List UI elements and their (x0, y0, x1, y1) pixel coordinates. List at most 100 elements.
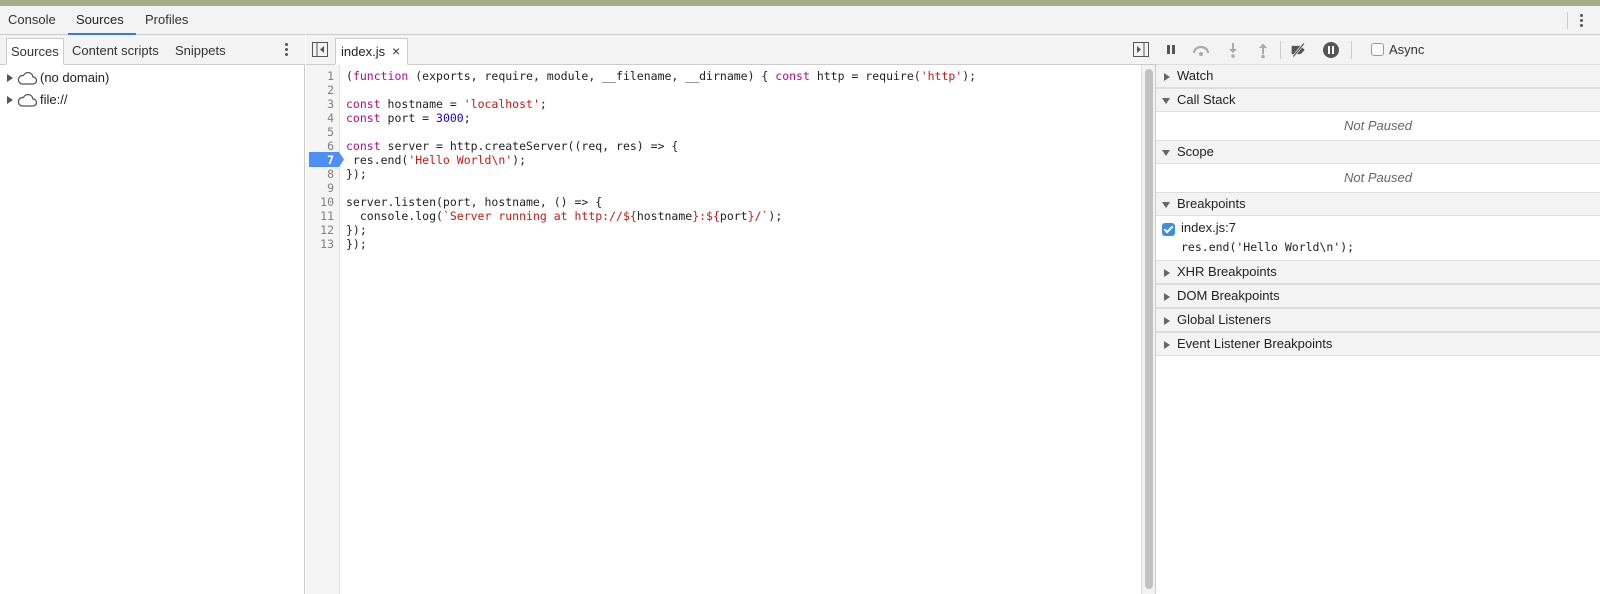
pane-watch[interactable]: Watch (1156, 64, 1600, 88)
toggle-navigator-icon[interactable] (312, 42, 328, 57)
file-tab-index-js[interactable]: index.js × (335, 38, 408, 65)
line-number[interactable]: 2 (304, 83, 334, 97)
tab-sources[interactable]: Sources (68, 6, 136, 35)
tab-snippets[interactable]: Snippets (171, 38, 230, 65)
code-token: server = http.createServer((req, res) =>… (380, 139, 679, 153)
breakpoint-entry[interactable]: index.js:7 res.end('Hello World\n'); (1156, 216, 1600, 260)
pause-on-exceptions-icon[interactable] (1322, 41, 1340, 59)
expanded-arrow-icon (1162, 202, 1170, 208)
code-line: const port = 3000; (346, 111, 471, 125)
tab-navigator-sources[interactable]: Sources (6, 38, 64, 65)
code-token: }); (346, 167, 367, 181)
code-token: }); (346, 223, 367, 237)
pane-breakpoints[interactable]: Breakpoints (1156, 192, 1600, 216)
cloud-icon (17, 93, 37, 107)
pane-xhr-breakpoints[interactable]: XHR Breakpoints (1156, 260, 1600, 284)
code-token: 'Hello World\n' (408, 153, 513, 167)
line-number[interactable]: 8 (304, 167, 334, 181)
deactivate-breakpoints-icon[interactable] (1290, 41, 1308, 59)
tree-item-file[interactable]: file:// (0, 89, 300, 111)
code-line: console.log(`Server running at http://${… (346, 209, 782, 223)
code-token: }/` (747, 209, 769, 223)
pane-global-listeners[interactable]: Global Listeners (1156, 308, 1600, 332)
async-label: Async (1389, 42, 1425, 57)
close-icon[interactable]: × (392, 39, 400, 64)
line-number[interactable]: 10 (304, 195, 334, 209)
breakpoint-checkbox[interactable] (1162, 223, 1175, 236)
code-token: }); (346, 237, 367, 251)
pane-event-listener-breakpoints[interactable]: Event Listener Breakpoints (1156, 332, 1600, 356)
line-number[interactable]: 7 (304, 153, 334, 167)
code-token: hostname = (380, 97, 464, 111)
code-token: function (352, 69, 409, 83)
more-options-icon[interactable] (1580, 14, 1584, 29)
expand-arrow-icon[interactable] (7, 96, 13, 104)
code-token: `Server running at http://${ (442, 209, 637, 223)
code-line: server.listen(port, hostname, () => { (346, 195, 602, 209)
code-token: ); (512, 153, 527, 167)
pane-title: XHR Breakpoints (1177, 264, 1277, 279)
scope-status: Not Paused (1344, 170, 1412, 185)
code-token: 3000 (436, 111, 464, 125)
code-line: const server = http.createServer((req, r… (346, 139, 678, 153)
pane-call-stack[interactable]: Call Stack (1156, 88, 1600, 112)
collapsed-arrow-icon (1164, 341, 1170, 349)
pause-icon[interactable] (1162, 41, 1180, 59)
pane-dom-breakpoints[interactable]: DOM Breakpoints (1156, 284, 1600, 308)
code-line: }); (346, 237, 367, 251)
line-number[interactable]: 12 (304, 223, 334, 237)
main-tab-bar: Console Sources Profiles (0, 6, 1600, 35)
line-number[interactable]: 4 (304, 111, 334, 125)
pane-title: Event Listener Breakpoints (1177, 336, 1333, 351)
line-number[interactable]: 1 (304, 69, 334, 83)
step-out-icon[interactable] (1254, 41, 1272, 59)
line-number-gutter[interactable]: 1 2 3 4 5 6 7 8 9 10 11 12 13 (304, 65, 344, 594)
code-token: server.listen(port, hostname, () => { (346, 195, 603, 209)
tree-item-no-domain[interactable]: (no domain) (0, 67, 300, 89)
collapsed-arrow-icon (1164, 317, 1170, 325)
tree-item-label: file:// (40, 92, 68, 107)
code-line: }); (346, 223, 367, 237)
pane-title: Scope (1177, 144, 1214, 159)
breakpoint-location: index.js:7 (1181, 220, 1236, 235)
async-checkbox[interactable] (1371, 43, 1384, 56)
line-number[interactable]: 11 (304, 209, 334, 223)
line-number[interactable]: 5 (304, 125, 334, 139)
code-token: http = require( (809, 69, 921, 83)
navigator-panel: Sources Content scripts Snippets (no dom… (0, 35, 305, 594)
line-number[interactable]: 9 (304, 181, 334, 195)
pane-title: Breakpoints (1177, 196, 1246, 211)
line-number[interactable]: 6 (304, 139, 334, 153)
expand-arrow-icon[interactable] (7, 74, 13, 82)
debugger-toolbar: Async (1156, 35, 1600, 65)
pane-title: DOM Breakpoints (1177, 288, 1280, 303)
toggle-debugger-icon[interactable] (1133, 42, 1149, 57)
code-token: hostname (636, 209, 693, 223)
code-token: (exports, require, module, __filename, _… (408, 69, 776, 83)
code-token: const (346, 111, 381, 125)
navigator-more-icon[interactable] (285, 43, 289, 58)
line-number[interactable]: 13 (304, 237, 334, 251)
debugger-sidebar: Async Watch Call Stack Not Paused Scope … (1156, 35, 1600, 594)
collapsed-arrow-icon (1164, 73, 1170, 81)
source-editor: index.js × 1 2 3 4 5 6 7 8 9 10 11 12 13 (function (… (306, 35, 1156, 594)
code-token: 'localhost' (463, 97, 540, 111)
code-token: res.end( (346, 153, 409, 167)
code-token: port = (380, 111, 437, 125)
step-over-icon[interactable] (1192, 41, 1210, 59)
pane-title: Watch (1177, 68, 1214, 83)
editor-scrollbar[interactable] (1141, 65, 1155, 594)
pane-title: Call Stack (1177, 92, 1236, 107)
tab-profiles[interactable]: Profiles (145, 6, 200, 35)
code-line: const hostname = 'localhost'; (346, 97, 547, 111)
call-stack-status: Not Paused (1344, 118, 1412, 133)
tab-content-scripts[interactable]: Content scripts (68, 38, 163, 65)
editor-tab-bar: index.js × (306, 35, 1156, 65)
navigator-tab-bar: Sources Content scripts Snippets (0, 35, 305, 65)
line-number[interactable]: 3 (304, 97, 334, 111)
step-into-icon[interactable] (1224, 41, 1242, 59)
pane-scope[interactable]: Scope (1156, 140, 1600, 164)
expanded-arrow-icon (1162, 98, 1170, 104)
tab-console[interactable]: Console (8, 6, 62, 35)
scrollbar-thumb[interactable] (1145, 69, 1153, 589)
